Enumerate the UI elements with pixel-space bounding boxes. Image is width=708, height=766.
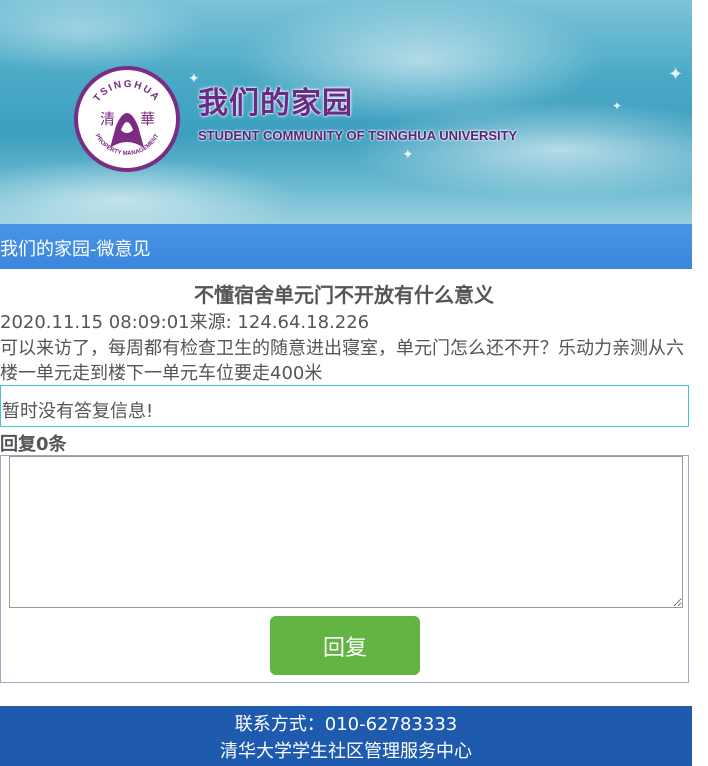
svg-text:TSINGHUA: TSINGHUA [92,79,162,104]
reply-count: 回复0条 [0,434,67,455]
reply-form: 回复 [0,455,689,683]
tsinghua-logo: TSINGHUA PROPERTY MANAGEMENT 清 華 [74,66,180,172]
site-title: 我们的家园 [198,86,353,121]
footer-organization: 清华大学学生社区管理服务中心 [220,741,472,762]
footer-contact: 联系方式：010-62783333 [234,714,458,735]
svg-text:清: 清 [100,110,115,128]
reply-submit-button[interactable]: 回复 [270,616,420,675]
page: ✦ ✦ ✦ ✦ TSINGHUA PROPERTY MANAGEMENT 清 華 [0,0,708,766]
header-banner: ✦ ✦ ✦ ✦ TSINGHUA PROPERTY MANAGEMENT 清 華 [0,0,692,224]
nav-bar: 我们的家园-微意见 [0,224,692,269]
official-reply-text: 暂时没有答复信息! [2,401,154,422]
site-subtitle: STUDENT COMMUNITY OF TSINGHUA UNIVERSITY [198,128,518,143]
lotus-emblem-icon: TSINGHUA PROPERTY MANAGEMENT 清 華 [92,79,162,157]
post-meta: 2020.11.15 08:09:01来源: 124.64.18.226 [0,312,370,333]
post-title: 不懂宿舍单元门不开放有什么意义 [194,283,494,307]
official-reply-box: 暂时没有答复信息! [0,385,689,427]
sparkle-icon: ✦ [612,99,623,113]
nav-title[interactable]: 我们的家园-微意见 [0,235,151,261]
sparkle-icon: ✦ [402,147,414,163]
post-body: 可以来访了，每周都有检查卫生的随意进出寝室，单元门怎么还不开？乐动力亲测从六楼一… [0,338,684,384]
sparkle-icon: ✦ [668,64,684,85]
reply-textarea[interactable] [9,456,683,608]
footer: 联系方式：010-62783333 清华大学学生社区管理服务中心 [0,706,692,766]
svg-text:華: 華 [140,110,155,128]
